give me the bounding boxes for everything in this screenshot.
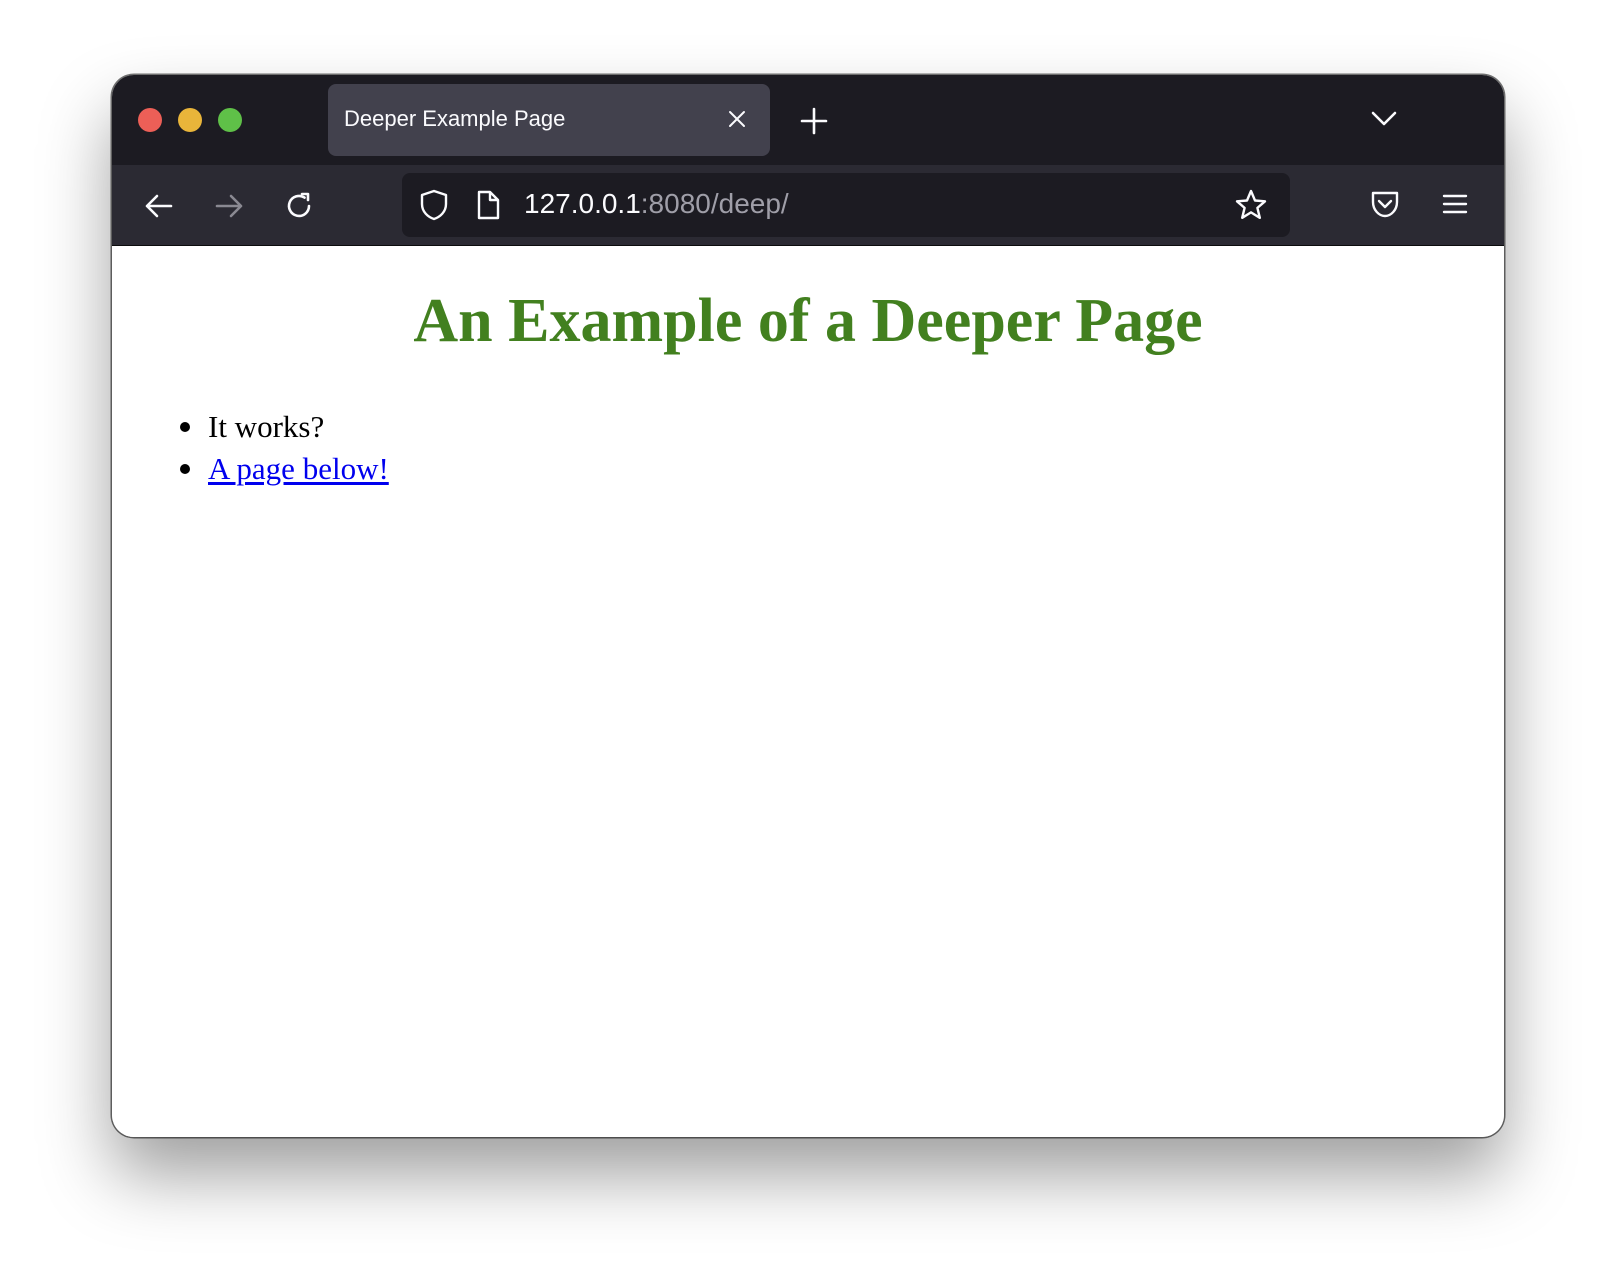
bullet-icon: [180, 422, 190, 432]
url-text[interactable]: 127.0.0.1:8080/deep/: [524, 188, 789, 220]
list-item-text: It works?: [208, 409, 325, 444]
bullet-icon: [180, 464, 190, 474]
page-heading: An Example of a Deeper Page: [413, 287, 1203, 355]
page-below-link[interactable]: A page below!: [208, 451, 389, 486]
page-content: An Example of a Deeper Page It works? A …: [112, 246, 1504, 1137]
navigation-toolbar: 127.0.0.1:8080/deep/: [112, 165, 1504, 246]
chevron-down-icon[interactable]: [1370, 107, 1398, 129]
url-bar[interactable]: 127.0.0.1:8080/deep/: [402, 173, 1290, 237]
hamburger-menu-icon[interactable]: [1440, 189, 1470, 219]
bullet-list: It works? A page below!: [180, 406, 389, 490]
pocket-icon[interactable]: [1368, 187, 1402, 221]
tab-title: Deeper Example Page: [344, 106, 566, 131]
star-icon[interactable]: [1234, 188, 1268, 222]
forward-arrow-icon[interactable]: [212, 189, 246, 223]
minimize-window-button[interactable]: [178, 108, 202, 132]
url-path: :8080/deep/: [640, 188, 789, 219]
shield-icon[interactable]: [418, 188, 450, 222]
page-icon[interactable]: [474, 189, 502, 221]
browser-window: Deeper Example Page 127.0.0.1:8080/deep/…: [112, 75, 1504, 1137]
tab-active[interactable]: Deeper Example Page: [328, 84, 770, 156]
close-window-button[interactable]: [138, 108, 162, 132]
tab-bar: Deeper Example Page: [112, 75, 1504, 165]
back-arrow-icon[interactable]: [142, 189, 176, 223]
reload-icon[interactable]: [282, 189, 316, 223]
list-item: It works?: [180, 406, 389, 448]
list-item: A page below!: [180, 448, 389, 490]
close-icon[interactable]: [726, 108, 748, 130]
url-host: 127.0.0.1: [524, 188, 641, 219]
plus-icon[interactable]: [799, 106, 829, 136]
maximize-window-button[interactable]: [218, 108, 242, 132]
